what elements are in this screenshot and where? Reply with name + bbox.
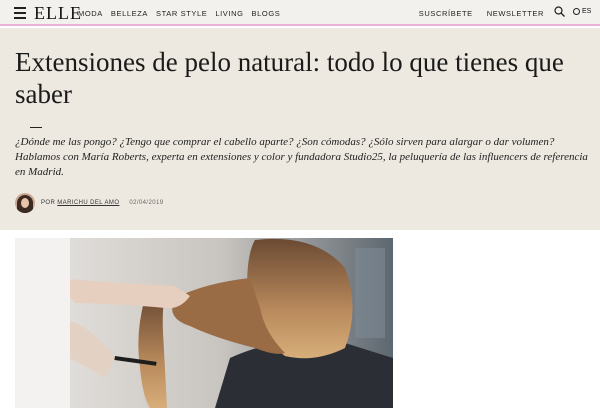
article-lede: ¿Dónde me las pongo? ¿Tengo que comprar … bbox=[15, 136, 588, 178]
language-selector[interactable]: ES bbox=[573, 8, 591, 15]
nav-item-living[interactable]: LIVING bbox=[215, 9, 243, 18]
byline: POR MARICHU DEL AMO 02/04/2019 bbox=[15, 193, 163, 213]
main-nav: MODA BELLEZA STAR STYLE LIVING BLOGS bbox=[78, 9, 280, 18]
nav-item-blogs[interactable]: BLOGS bbox=[252, 9, 281, 18]
byline-prefix: POR bbox=[41, 200, 56, 206]
utility-nav: SUSCRÍBETE NEWSLETTER bbox=[419, 9, 544, 18]
elle-logo[interactable]: ELLE bbox=[34, 4, 82, 22]
top-navbar: ELLE MODA BELLEZA STAR STYLE LIVING BLOG… bbox=[0, 0, 600, 26]
title-divider bbox=[30, 127, 42, 128]
language-label: ES bbox=[582, 8, 592, 15]
newsletter-link[interactable]: NEWSLETTER bbox=[487, 9, 544, 18]
publish-date: 02/04/2019 bbox=[129, 200, 164, 206]
subscribe-link[interactable]: SUSCRÍBETE bbox=[419, 9, 473, 18]
author-link[interactable]: MARICHU DEL AMO bbox=[57, 200, 119, 206]
globe-icon bbox=[573, 8, 580, 15]
article-hero-image bbox=[15, 238, 393, 408]
search-icon[interactable] bbox=[554, 6, 565, 17]
author-avatar[interactable] bbox=[15, 193, 35, 213]
nav-item-star-style[interactable]: STAR STYLE bbox=[156, 9, 207, 18]
hamburger-icon[interactable] bbox=[14, 7, 26, 19]
article-title: Extensiones de pelo natural: todo lo que… bbox=[15, 47, 564, 109]
nav-item-belleza[interactable]: BELLEZA bbox=[111, 9, 148, 18]
nav-item-moda[interactable]: MODA bbox=[78, 9, 103, 18]
